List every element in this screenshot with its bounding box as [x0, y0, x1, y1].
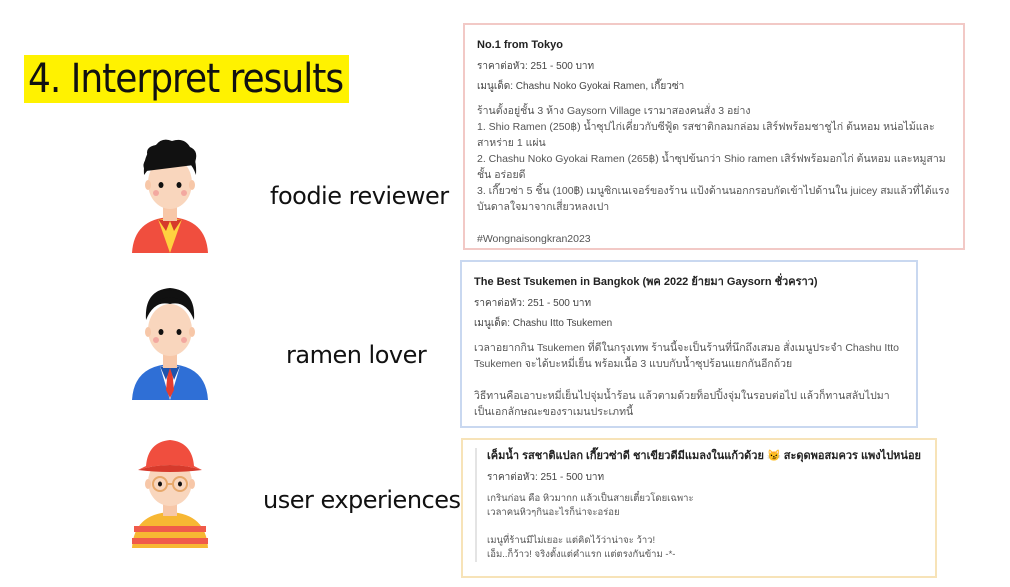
review-price: ราคาต่อหัว: 251 - 500 บาท — [474, 298, 592, 309]
persona-label-ramen-lover: ramen lover — [286, 341, 427, 369]
review-quote: เค็มน้ำ รสชาติแปลก เกี๊ยวซ่าดี ชาเขียวดี… — [475, 448, 923, 562]
persona-label-foodie-reviewer: foodie reviewer — [270, 182, 449, 210]
foodie-reviewer-avatar — [132, 139, 208, 253]
review-menu: เมนูเด็ด: Chashu Noko Gyokai Ramen, เกี๊… — [477, 81, 685, 92]
ramen-lover-avatar — [132, 288, 208, 400]
review-title: เค็มน้ำ รสชาติแปลก เกี๊ยวซ่าดี ชาเขียวดี… — [487, 450, 922, 462]
review-price: ราคาต่อหัว: 251 - 500 บาท — [487, 472, 605, 483]
review-body: เวลาอยากกิน Tsukemen ที่ดีในกรุงเทพ ร้าน… — [474, 342, 900, 418]
review-body: เกรินก่อน คือ หิวมากก แล้วเป็นสายเตี๋ยวโ… — [487, 493, 694, 560]
review-title: No.1 from Tokyo — [477, 39, 563, 51]
review-body: ร้านตั้งอยู่ชั้น 3 ห้าง Gaysorn Village … — [477, 105, 950, 245]
review-card-user: เค็มน้ำ รสชาติแปลก เกี๊ยวซ่าดี ชาเขียวดี… — [461, 438, 937, 578]
review-card-foodie: No.1 from Tokyo ราคาต่อหัว: 251 - 500 บา… — [463, 23, 965, 250]
review-card-ramen: The Best Tsukemen in Bangkok (พค 2022 ย้… — [460, 260, 918, 428]
review-title: The Best Tsukemen in Bangkok (พค 2022 ย้… — [474, 276, 818, 288]
persona-label-user-experiences: user experiences — [263, 486, 461, 514]
user-experiences-avatar — [132, 440, 208, 548]
review-menu: เมนูเด็ด: Chashu Itto Tsukemen — [474, 318, 613, 329]
review-price: ราคาต่อหัว: 251 - 500 บาท — [477, 61, 595, 72]
slide-title: 4. Interpret results — [24, 55, 350, 103]
